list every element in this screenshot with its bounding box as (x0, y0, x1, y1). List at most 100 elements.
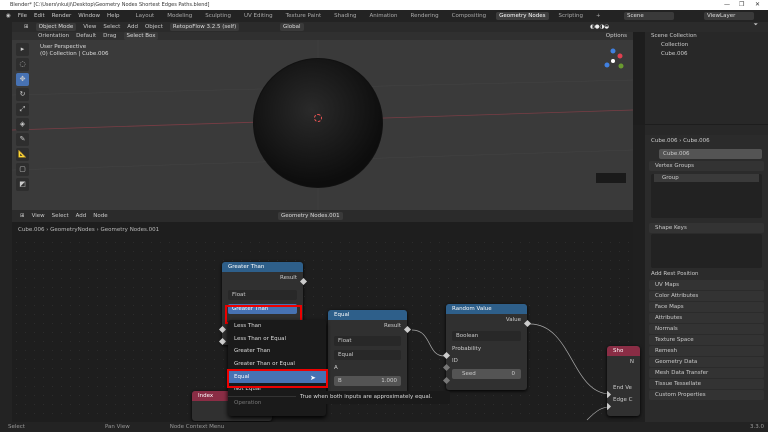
viewport-header: ⊞ Object Mode View Select Add Object Ret… (0, 22, 645, 32)
measure-icon[interactable]: 📐 (16, 148, 29, 161)
shape-key-list[interactable] (651, 234, 762, 268)
node-shortest-edge-paths[interactable]: Sho N End Ve Edge C (607, 346, 640, 416)
node-header[interactable]: Random Value (446, 304, 527, 314)
node-header[interactable]: Sho (607, 346, 640, 356)
properties-search[interactable] (645, 125, 768, 135)
tab-uv-editing[interactable]: UV Editing (241, 12, 276, 20)
panel-attributes[interactable]: Attributes (649, 313, 764, 323)
menu-item-less-than-or-equal[interactable]: Less Than or Equal (228, 333, 326, 346)
drag-selector[interactable]: Select Box (123, 32, 159, 40)
menu-add[interactable]: Add (127, 24, 138, 30)
menu-render[interactable]: Render (52, 13, 72, 19)
vertex-group-list[interactable]: Group (651, 174, 762, 218)
node-menu-node[interactable]: Node (93, 213, 107, 219)
panel-normals[interactable]: Normals (649, 324, 764, 334)
panel-uv-maps[interactable]: UV Maps (649, 280, 764, 290)
outliner-scene-collection[interactable]: Scene Collection (645, 32, 768, 41)
node-equal[interactable]: Equal Result Float Equal A B 1.000 (328, 310, 412, 400)
panel-geometry-data[interactable]: Geometry Data (649, 357, 764, 367)
panel-mesh-data-transfer[interactable]: Mesh Data Transfer (649, 368, 764, 378)
extrude-icon[interactable]: ◩ (16, 178, 29, 191)
node-editor-type-icon[interactable]: ⊞ (20, 213, 25, 219)
menu-help[interactable]: Help (107, 13, 120, 19)
node-editor-header: ⊞ View Select Add Node Geometry Nodes.00… (12, 210, 633, 222)
title-bar: Blender* [C:\Users\nkuiji\Desktop\Geomet… (0, 0, 768, 10)
node-header[interactable]: Equal (328, 310, 407, 320)
move-icon[interactable]: ✥ (16, 73, 29, 86)
rotate-icon[interactable]: ↻ (16, 88, 29, 101)
tab-compositing[interactable]: Compositing (449, 12, 489, 20)
shading-mode-icons[interactable]: ◐●◑◒ (590, 24, 609, 30)
mode-selector[interactable]: Object Mode (35, 23, 77, 31)
minimize-button[interactable]: — (724, 0, 730, 10)
menu-edit[interactable]: Edit (34, 13, 45, 19)
input-b-field[interactable]: B 1.000 (334, 376, 401, 386)
node-menu-select[interactable]: Select (52, 213, 69, 219)
scale-icon[interactable]: ⤢ (16, 103, 29, 116)
panel-custom-properties[interactable]: Custom Properties (649, 390, 764, 400)
tab-modeling[interactable]: Modeling (164, 12, 195, 20)
view-layer-selector[interactable]: ViewLayer (704, 12, 754, 20)
data-type-dropdown[interactable]: Float (334, 336, 401, 346)
add-cube-icon[interactable]: ▢ (16, 163, 29, 176)
vertex-group-item[interactable]: Group (654, 174, 759, 182)
select-box-icon[interactable]: ▸ (16, 43, 29, 56)
node-tree-selector[interactable]: Geometry Nodes.001 (278, 212, 343, 220)
annotate-icon[interactable]: ✎ (16, 133, 29, 146)
tab-layout[interactable]: Layout (133, 12, 158, 20)
node-header[interactable]: Greater Than (222, 262, 303, 272)
outliner-item-collection[interactable]: Collection (645, 41, 768, 50)
menu-view[interactable]: View (83, 24, 96, 30)
outliner-item-cube[interactable]: Cube.006 (645, 50, 768, 59)
tab-rendering[interactable]: Rendering (408, 12, 442, 20)
tab-shading[interactable]: Shading (331, 12, 359, 20)
seed-field[interactable]: Seed 0 (452, 369, 521, 379)
editor-type-icon[interactable]: ⊞ (24, 24, 29, 30)
tab-geometry-nodes[interactable]: Geometry Nodes (496, 12, 549, 20)
node-random-value[interactable]: Random Value Value Boolean Probability I… (442, 304, 532, 390)
output-value: Value (505, 317, 521, 323)
cursor-icon[interactable]: ◌ (16, 58, 29, 71)
node-menu-add[interactable]: Add (76, 213, 87, 219)
menu-item-greater-than[interactable]: Greater Than (228, 345, 326, 358)
properties-editor: Cube.006 › Cube.006 Cube.006 Vertex Grou… (645, 125, 768, 422)
menu-item-less-than[interactable]: Less Than (228, 320, 326, 333)
version-label: 3.3.0 (750, 424, 764, 430)
add-workspace-button[interactable]: + (593, 12, 604, 20)
menu-window[interactable]: Window (78, 13, 100, 19)
navigation-gizmo[interactable] (600, 48, 626, 74)
panel-face-maps[interactable]: Face Maps (649, 302, 764, 312)
menu-object[interactable]: Object (145, 24, 163, 30)
tab-texture-paint[interactable]: Texture Paint (283, 12, 325, 20)
data-type-dropdown[interactable]: Boolean (452, 331, 521, 341)
transform-icon[interactable]: ◈ (16, 118, 29, 131)
input-end-vertex: End Ve (613, 385, 632, 391)
panel-remesh[interactable]: Remesh (649, 346, 764, 356)
add-rest-position-checkbox[interactable]: Add Rest Position (645, 269, 768, 279)
panel-vertex-groups[interactable]: Vertex Groups (649, 161, 764, 171)
scene-selector[interactable]: Scene (624, 12, 674, 20)
tab-scripting[interactable]: Scripting (556, 12, 586, 20)
close-button[interactable]: ✕ (755, 0, 760, 10)
maximize-button[interactable]: ❐ (739, 0, 744, 10)
tab-animation[interactable]: Animation (366, 12, 400, 20)
orientation-selector[interactable]: Default (76, 33, 96, 39)
menu-bar: ◉ File Edit Render Window Help Layout Mo… (0, 10, 768, 22)
data-type-dropdown[interactable]: Float (228, 290, 297, 300)
panel-texture-space[interactable]: Texture Space (649, 335, 764, 345)
panel-shape-keys[interactable]: Shape Keys (649, 223, 764, 233)
transform-orientation[interactable]: Global (280, 23, 304, 31)
operation-dropdown[interactable]: Equal (334, 350, 401, 360)
menu-select[interactable]: Select (103, 24, 120, 30)
node-menu-view[interactable]: View (32, 213, 45, 219)
panel-tissue-tessellate[interactable]: Tissue Tessellate (649, 379, 764, 389)
filter-icon[interactable]: ⏷ (754, 22, 758, 29)
mesh-name-field[interactable]: Cube.006 (659, 149, 762, 159)
panel-color-attributes[interactable]: Color Attributes (649, 291, 764, 301)
sphere-mesh[interactable] (253, 58, 383, 188)
blender-logo-icon[interactable]: ◉ (6, 13, 11, 19)
retopoflow-button[interactable]: RetopoFlow 3.2.5 (self) (169, 23, 240, 31)
menu-file[interactable]: File (18, 13, 27, 19)
options-button[interactable]: Options (606, 33, 627, 39)
tab-sculpting[interactable]: Sculpting (202, 12, 234, 20)
